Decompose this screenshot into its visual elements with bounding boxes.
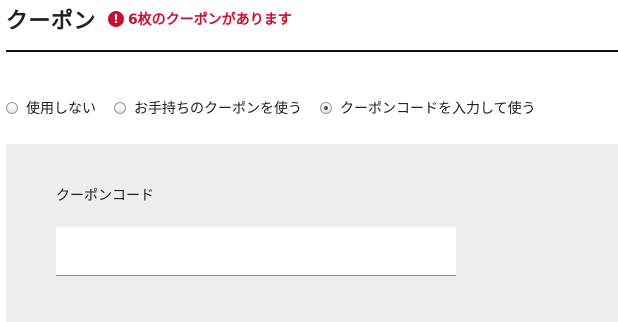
coupon-code-label: クーポンコード xyxy=(56,188,154,204)
coupon-option-group: 使用しない お手持ちのクーポンを使う クーポンコードを入力して使う xyxy=(6,98,554,118)
page-title: クーポン xyxy=(6,9,97,34)
radio-no-coupon[interactable] xyxy=(6,102,18,114)
option-label: お手持ちのクーポンを使う xyxy=(134,101,302,117)
option-label: 使用しない xyxy=(26,101,96,117)
coupon-count-notice: ! 6枚のクーポンがあります xyxy=(108,9,292,29)
option-enter-coupon-code[interactable]: クーポンコードを入力して使う xyxy=(320,98,536,118)
coupon-code-panel: クーポンコード xyxy=(6,144,618,322)
option-label: クーポンコードを入力して使う xyxy=(340,101,536,117)
radio-use-owned-coupon[interactable] xyxy=(114,102,126,114)
coupon-code-input[interactable] xyxy=(56,227,456,276)
exclamation-icon: ! xyxy=(108,11,125,27)
option-use-owned-coupon[interactable]: お手持ちのクーポンを使う xyxy=(114,98,302,118)
option-no-coupon[interactable]: 使用しない xyxy=(6,98,96,118)
radio-enter-coupon-code[interactable] xyxy=(320,102,332,114)
coupon-count-text: 6枚のクーポンがあります xyxy=(128,12,292,28)
coupon-header: クーポン ! 6枚のクーポンがあります xyxy=(6,0,618,52)
